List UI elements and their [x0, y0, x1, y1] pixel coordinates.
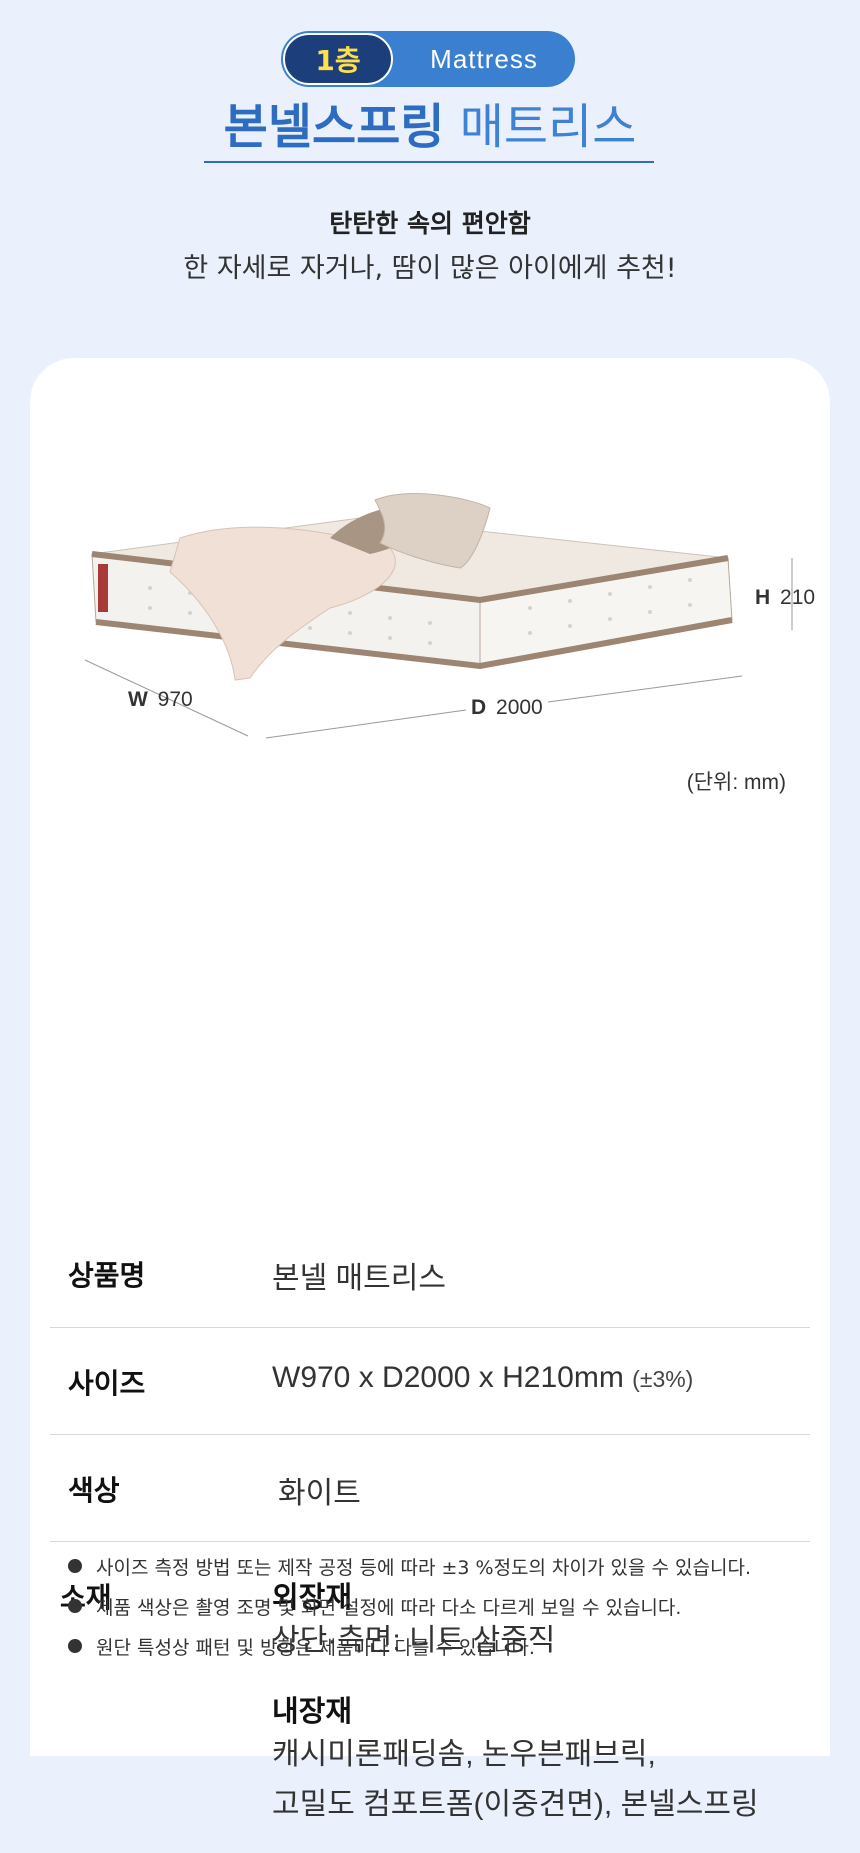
width-value: 970 [158, 688, 193, 711]
mattress-illustration: W 970 D 2000 H 210 [84, 493, 815, 739]
depth-value: 2000 [496, 696, 543, 719]
bullet-icon [68, 1599, 82, 1613]
brand-label [98, 564, 108, 612]
bullet-icon [68, 1639, 82, 1653]
spec-label-size: 사이즈 [68, 1367, 146, 1400]
notes-list: 사이즈 측정 방법 또는 제작 공정 등에 따라 ±3 %정도의 차이가 있을 … [68, 1546, 751, 1666]
title-underline [204, 161, 654, 163]
title-light: 매트리스 [459, 99, 637, 155]
spec-row-size: 사이즈 W970 x D2000 x H210mm (±3%) [50, 1328, 810, 1435]
material-inner: 내장재 캐시미론패딩솜, 논우븐패브릭, 고밀도 컴포트폼(이중견면), 본넬스… [272, 1688, 759, 1830]
width-key: W [128, 688, 148, 711]
width-dimension-label: W 970 [128, 688, 193, 711]
product-card: W 970 D 2000 H 210 (단위: mm) 상품명 본넬 매트리스 … [30, 358, 830, 1821]
category-badge: 1층 Mattress [281, 31, 575, 87]
note-item: 원단 특성상 패턴 및 방향은 제품마다 다를 수 있습니다. [68, 1626, 751, 1666]
spec-row-name: 상품명 본넬 매트리스 [50, 1210, 810, 1328]
note-text: 사이즈 측정 방법 또는 제작 공정 등에 따라 ±3 %정도의 차이가 있을 … [96, 1556, 752, 1579]
page-title: 본넬스프링 매트리스 [0, 95, 860, 159]
height-value: 210 [780, 586, 815, 609]
floor-badge: 1층 [283, 33, 393, 85]
depth-dimension-line-right [547, 675, 743, 703]
title-strong: 본넬스프링 [223, 99, 445, 155]
note-item: 제품 색상은 촬영 조명 및 화면 설정에 따라 다소 다르게 보일 수 있습니… [68, 1586, 751, 1626]
note-text: 제품 색상은 촬영 조명 및 화면 설정에 따라 다소 다르게 보일 수 있습니… [96, 1596, 682, 1619]
height-key: H [755, 586, 770, 609]
inner-line-2: 고밀도 컴포트폼(이중견면), 본넬스프링 [272, 1788, 759, 1821]
unit-note: (단위: mm) [686, 771, 786, 794]
inner-title: 내장재 [272, 1694, 353, 1728]
height-dimension-label: H 210 [755, 586, 815, 609]
description: 한 자세로 자거나, 땀이 많은 아이에게 추천! [183, 253, 677, 284]
size-tolerance: (±3%) [632, 1366, 694, 1392]
spec-label-name: 상품명 [68, 1259, 146, 1292]
spec-table: 상품명 본넬 매트리스 사이즈 W970 x D2000 x H210mm (±… [50, 1210, 810, 1853]
spec-value-name: 본넬 매트리스 [272, 1262, 446, 1295]
inner-line-1: 캐시미론패딩솜, 논우븐패브릭, [272, 1738, 656, 1771]
depth-key: D [471, 696, 486, 719]
spec-value-color: 화이트 [278, 1477, 361, 1510]
spec-label-color: 색상 [68, 1474, 120, 1507]
depth-dimension-line-left [265, 709, 467, 739]
size-value: W970 x D2000 x H210mm [272, 1361, 624, 1394]
spec-value-size: W970 x D2000 x H210mm (±3%) [272, 1361, 693, 1395]
subtitle: 탄탄한 속의 편안함 [329, 209, 531, 238]
kind-badge: Mattress [430, 43, 538, 74]
note-text: 원단 특성상 패턴 및 방향은 제품마다 다를 수 있습니다. [96, 1636, 535, 1659]
depth-dimension-label: D 2000 [471, 696, 543, 719]
spec-row-color: 색상 화이트 [50, 1435, 810, 1542]
bullet-icon [68, 1559, 82, 1573]
note-item: 사이즈 측정 방법 또는 제작 공정 등에 따라 ±3 %정도의 차이가 있을 … [68, 1546, 751, 1586]
